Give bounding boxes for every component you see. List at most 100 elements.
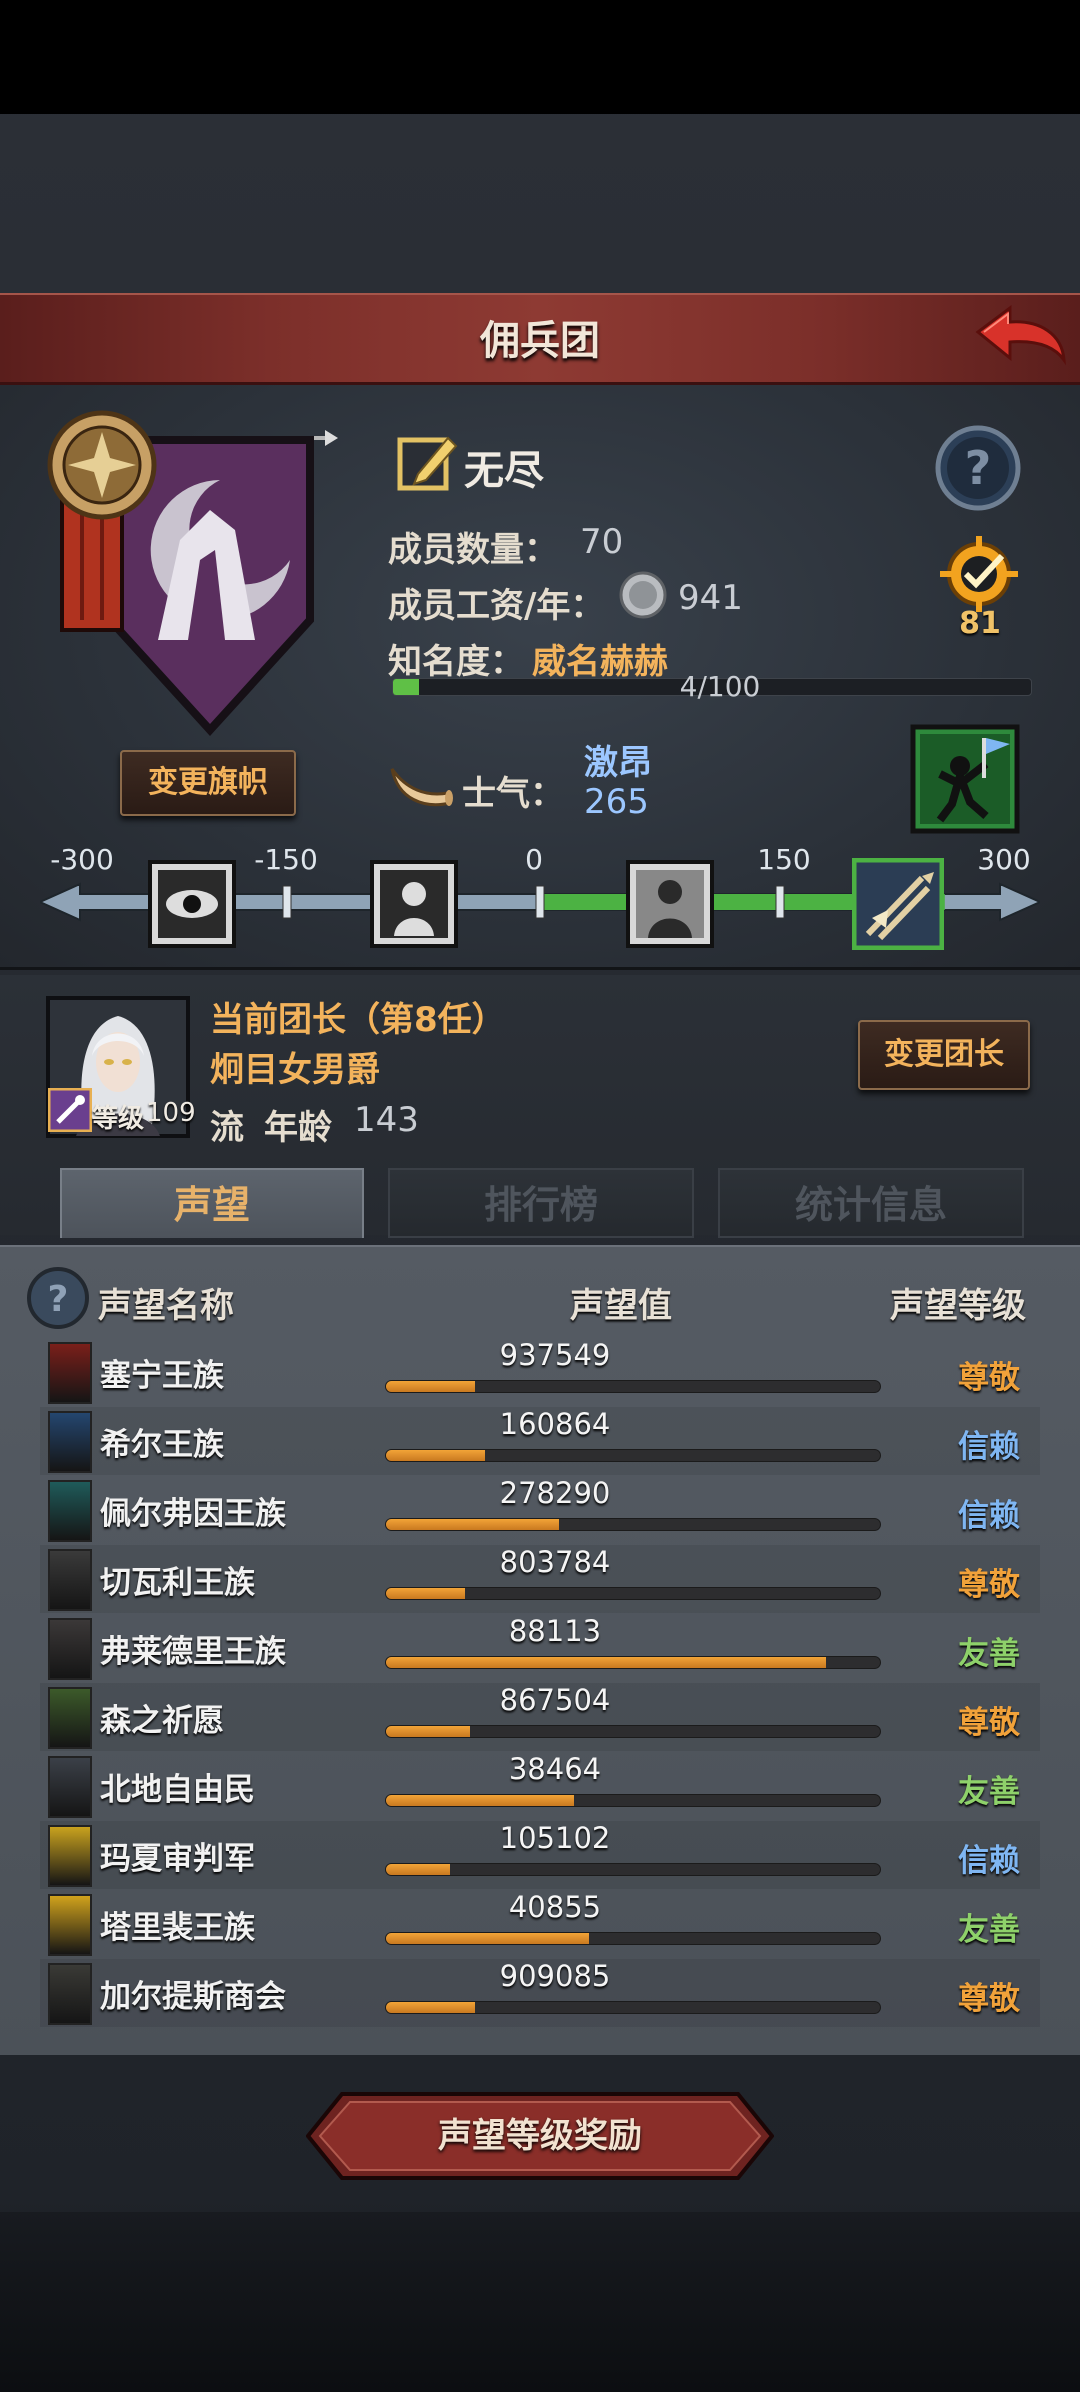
reputation-progress-fill	[386, 2002, 475, 2013]
morale-value: 265	[584, 782, 649, 822]
faction-name: 佩尔弗因王族	[100, 1496, 286, 1532]
faction-crest-icon	[48, 1480, 92, 1542]
reputation-row[interactable]: 弗莱德里王族 88113 友善	[40, 1614, 1040, 1682]
column-header-level: 声望等级	[890, 1286, 1026, 1326]
reputation-level: 信赖	[958, 1498, 1020, 1534]
reputation-progress-bar	[385, 1380, 881, 1393]
reputation-progress-bar	[385, 2001, 881, 2014]
reputation-progress-fill	[386, 1726, 470, 1737]
reputation-value: 38464	[508, 1752, 602, 1786]
reputation-reward-button[interactable]: 声望等级奖励	[306, 2092, 774, 2180]
morale-tick-label: -150	[254, 843, 318, 876]
fame-label: 知名度：	[388, 642, 524, 682]
reputation-progress-bar	[385, 1656, 881, 1669]
achievement-badge-icon[interactable]	[932, 534, 1026, 614]
reputation-row[interactable]: 森之祈愿 867504 尊敬	[40, 1683, 1040, 1751]
leader-class: 流	[210, 1108, 244, 1148]
reputation-row[interactable]: 玛夏审判军 105102 信赖	[40, 1821, 1040, 1889]
change-leader-button[interactable]: 变更团长	[858, 1020, 1030, 1090]
reputation-value: 867504	[499, 1683, 611, 1717]
faction-name: 森之祈愿	[100, 1703, 224, 1739]
reputation-progress-bar	[385, 1725, 881, 1738]
reputation-value: 278290	[499, 1476, 611, 1510]
tab-reputation[interactable]: 声望	[60, 1168, 364, 1238]
salary-label: 成员工资/年：	[388, 586, 605, 626]
tab-statistics[interactable]: 统计信息	[718, 1168, 1024, 1238]
reputation-value: 909085	[499, 1959, 611, 1993]
faction-name: 玛夏审判军	[100, 1841, 255, 1877]
silver-coin-icon	[619, 571, 667, 619]
faction-name: 加尔提斯商会	[100, 1979, 286, 2015]
reputation-value: 88113	[508, 1614, 602, 1648]
reputation-row[interactable]: 希尔王族 160864 信赖	[40, 1407, 1040, 1475]
reputation-progress-fill	[386, 1795, 574, 1806]
reputation-level: 友善	[958, 1636, 1020, 1672]
morale-high-icon[interactable]	[852, 858, 944, 950]
faction-crest-icon	[48, 1963, 92, 2025]
faction-crest-icon	[48, 1825, 92, 1887]
leader-level-value: 109	[146, 1098, 196, 1128]
morale-fear-icon[interactable]	[370, 860, 458, 948]
reputation-row[interactable]: 北地自由民 38464 友善	[40, 1752, 1040, 1820]
company-name: 无尽	[464, 448, 544, 494]
title-bar: 佣兵团	[0, 293, 1080, 385]
leader-title: 当前团长（第8任）	[210, 1000, 506, 1040]
reputation-level: 尊敬	[958, 1567, 1020, 1603]
reputation-row[interactable]: 塞宁王族 937549 尊敬	[40, 1338, 1040, 1406]
morale-tick-label: -300	[50, 843, 114, 876]
change-flag-button[interactable]: 变更旗帜	[120, 750, 296, 816]
help-icon[interactable]: ?	[934, 424, 1022, 512]
svg-text:?: ?	[965, 441, 992, 495]
faction-name: 塔里裴王族	[100, 1910, 255, 1946]
reputation-progress-bar	[385, 1863, 881, 1876]
reputation-progress-fill	[386, 1657, 826, 1668]
reputation-progress-bar	[385, 1587, 881, 1600]
reputation-progress-fill	[386, 1381, 475, 1392]
reputation-level: 信赖	[958, 1843, 1020, 1879]
reputation-value: 105102	[499, 1821, 611, 1855]
reputation-progress-fill	[386, 1519, 559, 1530]
reputation-help-icon[interactable]: ?	[26, 1266, 90, 1330]
faction-name: 北地自由民	[100, 1772, 255, 1808]
back-arrow-icon[interactable]	[970, 302, 1070, 374]
reputation-row[interactable]: 切瓦利王族 803784 尊敬	[40, 1545, 1040, 1613]
company-banner-icon	[47, 410, 338, 736]
morale-calm-icon[interactable]	[626, 860, 714, 948]
reputation-progress-bar	[385, 1794, 881, 1807]
bottom-area	[0, 2212, 1080, 2392]
leader-age-value: 143	[354, 1100, 419, 1140]
edit-name-icon[interactable]	[396, 430, 460, 494]
game-screen: 佣兵团 变更旗帜 无尽 成员数量： 70 成员工资/年： 941 知名度： 威名…	[0, 0, 1080, 2392]
horn-icon	[390, 768, 453, 807]
salary-value: 941	[678, 578, 743, 618]
morale-tick-label: 0	[525, 843, 543, 876]
reputation-progress-bar	[385, 1518, 881, 1531]
reputation-row[interactable]: 加尔提斯商会 909085 尊敬	[40, 1959, 1040, 2027]
svg-text:?: ?	[48, 1279, 69, 1320]
reputation-value: 937549	[499, 1338, 611, 1372]
class-skill-icon	[48, 1088, 92, 1132]
reputation-progress-fill	[386, 1450, 485, 1461]
reputation-progress-bar	[385, 1932, 881, 1945]
reputation-progress-fill	[386, 1588, 466, 1599]
faction-crest-icon	[48, 1342, 92, 1404]
reputation-value: 40855	[508, 1890, 602, 1924]
faction-crest-icon	[48, 1411, 92, 1473]
faction-crest-icon	[48, 1618, 92, 1680]
reputation-value: 803784	[499, 1545, 611, 1579]
morale-despair-icon[interactable]	[148, 860, 236, 948]
column-header-value: 声望值	[570, 1286, 672, 1326]
reputation-row[interactable]: 佩尔弗因王族 278290 信赖	[40, 1476, 1040, 1544]
reputation-row[interactable]: 塔里裴王族 40855 友善	[40, 1890, 1040, 1958]
morale-status-icon[interactable]	[910, 724, 1020, 834]
morale-label: 士气：	[462, 774, 564, 814]
status-bar-area	[0, 0, 1080, 114]
faction-name: 切瓦利王族	[100, 1565, 255, 1601]
tab-leaderboard[interactable]: 排行榜	[388, 1168, 694, 1238]
faction-crest-icon	[48, 1549, 92, 1611]
reputation-progress-bar	[385, 1449, 881, 1462]
members-value: 70	[580, 522, 624, 562]
reputation-level: 尊敬	[958, 1981, 1020, 2017]
leader-level-label: 等级	[92, 1104, 145, 1134]
morale-tick-label: 150	[757, 843, 811, 876]
